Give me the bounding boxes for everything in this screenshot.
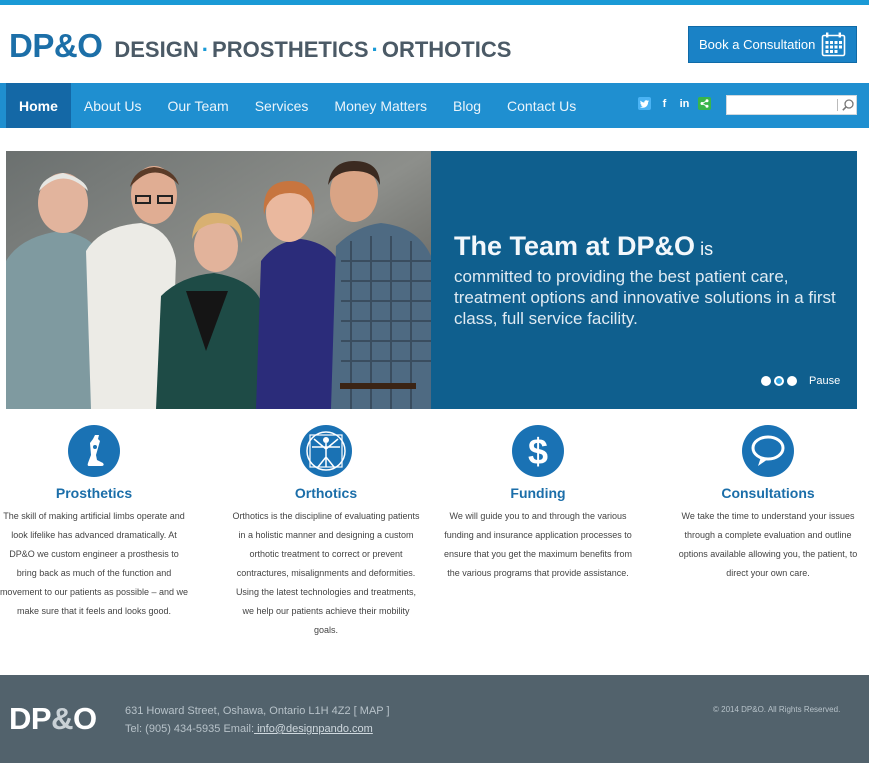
slider-dot-1[interactable] xyxy=(761,376,771,386)
book-consultation-button[interactable]: Book a Consultation xyxy=(688,26,857,63)
search-box xyxy=(726,95,857,115)
share-icon[interactable] xyxy=(698,97,711,110)
nav-item-contact-us[interactable]: Contact Us xyxy=(494,83,589,128)
feature-consultations: Consultations We take the time to unders… xyxy=(668,425,868,583)
feature-prosthetics: Prosthetics The skill of making artifici… xyxy=(0,425,194,621)
feature-title[interactable]: Consultations xyxy=(668,485,868,501)
hero-slider: The Team at DP&O is committed to providi… xyxy=(6,151,857,409)
prosthetic-leg-icon[interactable] xyxy=(68,425,120,477)
slider-dot-3[interactable] xyxy=(787,376,797,386)
slider-dots xyxy=(761,376,797,386)
dollar-icon[interactable]: $ xyxy=(512,425,564,477)
hero-caption: The Team at DP&O is committed to providi… xyxy=(454,231,849,329)
calendar-icon xyxy=(821,32,846,57)
feature-body: We take the time to understand your issu… xyxy=(678,511,858,578)
feature-orthotics: Orthotics Orthotics is the discipline of… xyxy=(226,425,426,640)
nav-items: Home About Us Our Team Services Money Matter… xyxy=(6,83,589,128)
social-links: f in xyxy=(638,97,711,110)
footer-contact: 631 Howard Street, Oshawa, Ontario L1H 4… xyxy=(125,702,390,738)
logo-wordmark: DESIGN · PROSTHETICS · ORTHOTICS xyxy=(114,37,512,62)
vitruvian-man-icon[interactable] xyxy=(300,425,352,477)
footer-address[interactable]: 631 Howard Street, Oshawa, Ontario L1H 4… xyxy=(125,702,390,720)
nav-item-blog[interactable]: Blog xyxy=(440,83,494,128)
nav-item-our-team[interactable]: Our Team xyxy=(155,83,242,128)
site-logo[interactable]: DP&O DESIGN · PROSTHETICS · ORTHOTICS xyxy=(9,27,511,65)
nav-item-about-us[interactable]: About Us xyxy=(71,83,155,128)
footer-email-link[interactable]: info@designpando.com xyxy=(254,723,373,735)
nav-item-money-matters[interactable]: Money Matters xyxy=(321,83,440,128)
nav-item-home[interactable]: Home xyxy=(6,83,71,128)
search-divider xyxy=(837,99,838,111)
footer-phone-email: Tel: (905) 434-5935 Email: info@designpa… xyxy=(125,723,373,735)
hero-body: committed to providing the best patient … xyxy=(454,267,836,328)
team-photo-illustration xyxy=(6,151,431,409)
feature-title[interactable]: Orthotics xyxy=(226,485,426,501)
slider-pause-button[interactable]: Pause xyxy=(809,375,840,387)
speech-bubble-icon[interactable] xyxy=(742,425,794,477)
footer-logo[interactable]: DP&O xyxy=(9,701,97,737)
feature-funding: $ Funding We will guide you to and throu… xyxy=(438,425,638,583)
team-photo xyxy=(6,151,431,409)
facebook-icon[interactable]: f xyxy=(658,97,671,110)
slider-dot-2[interactable] xyxy=(774,376,784,386)
svg-text:$: $ xyxy=(528,432,548,470)
feature-title[interactable]: Prosthetics xyxy=(0,485,194,501)
feature-body: The skill of making artificial limbs ope… xyxy=(0,511,189,616)
feature-body: Orthotics is the discipline of evaluatin… xyxy=(232,511,420,635)
nav-item-services[interactable]: Services xyxy=(242,83,322,128)
book-consultation-label: Book a Consultation xyxy=(699,37,816,52)
hero-title: The Team at DP&O is xyxy=(454,231,714,261)
site-footer: DP&O 631 Howard Street, Oshawa, Ontario … xyxy=(0,675,869,763)
feature-body: We will guide you to and through the var… xyxy=(443,511,633,578)
search-icon[interactable] xyxy=(841,98,855,112)
logo-mark: DP&O xyxy=(9,27,103,64)
site-header: DP&O DESIGN · PROSTHETICS · ORTHOTICS Book a… xyxy=(0,5,869,83)
main-nav: Home About Us Our Team Services Money Matter… xyxy=(0,83,869,128)
search-input[interactable] xyxy=(727,96,835,114)
footer-copyright: © 2014 DP&O. All Rights Reserved. xyxy=(713,705,841,714)
twitter-icon[interactable] xyxy=(638,97,651,110)
linkedin-icon[interactable]: in xyxy=(678,97,691,110)
feature-title[interactable]: Funding xyxy=(438,485,638,501)
